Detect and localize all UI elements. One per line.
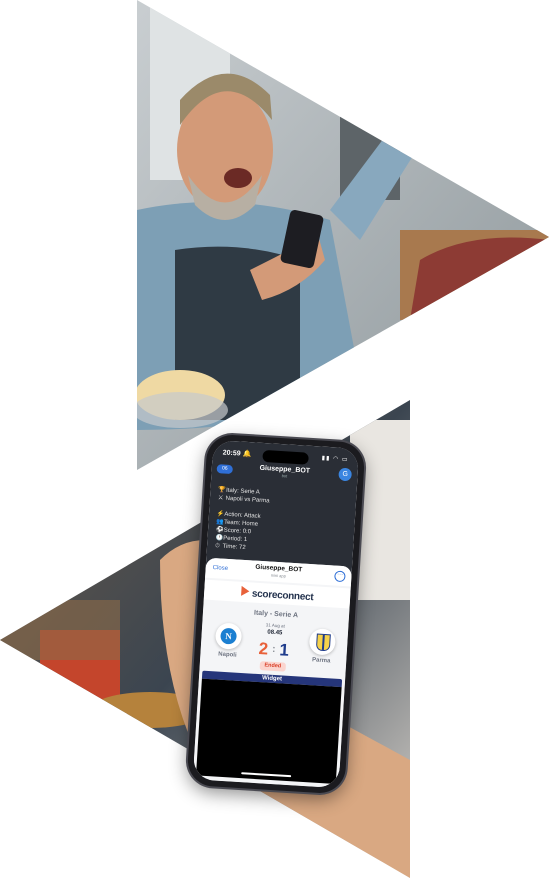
phone-mockup: 20:59 🔔 ▮▮ ◠ ▭ 06 Giuseppe_BOT bot G 🏆 I… — [186, 433, 366, 795]
signal-icons: ▮▮ ◠ ▭ — [321, 455, 349, 464]
score-separator: : — [271, 643, 276, 656]
scoreconnect-logo-icon — [240, 585, 250, 597]
brand-name: scoreconnect — [251, 588, 314, 604]
status-time: 20:59 🔔 — [222, 449, 252, 459]
fan-photo — [137, 0, 549, 470]
widget-area[interactable] — [195, 678, 342, 784]
bot-message: 🏆 Italy: Serie A ⚔ Napoli vs Parma ⚡ Act… — [215, 486, 270, 553]
status-badge: Ended — [259, 661, 287, 672]
message-time: Time: 72 — [222, 543, 246, 552]
message-match: Napoli vs Parma — [225, 495, 270, 505]
swords-icon: ⚔ — [217, 495, 224, 502]
mini-app-sheet: Close Giuseppe_BOT mini app ··· scorecon… — [192, 557, 353, 789]
timer-icon: ⏱ — [214, 543, 220, 550]
away-score: 1 — [278, 640, 290, 660]
phone-screen: 20:59 🔔 ▮▮ ◠ ▭ 06 Giuseppe_BOT bot G 🏆 I… — [192, 439, 360, 789]
home-score: 2 — [258, 639, 269, 659]
